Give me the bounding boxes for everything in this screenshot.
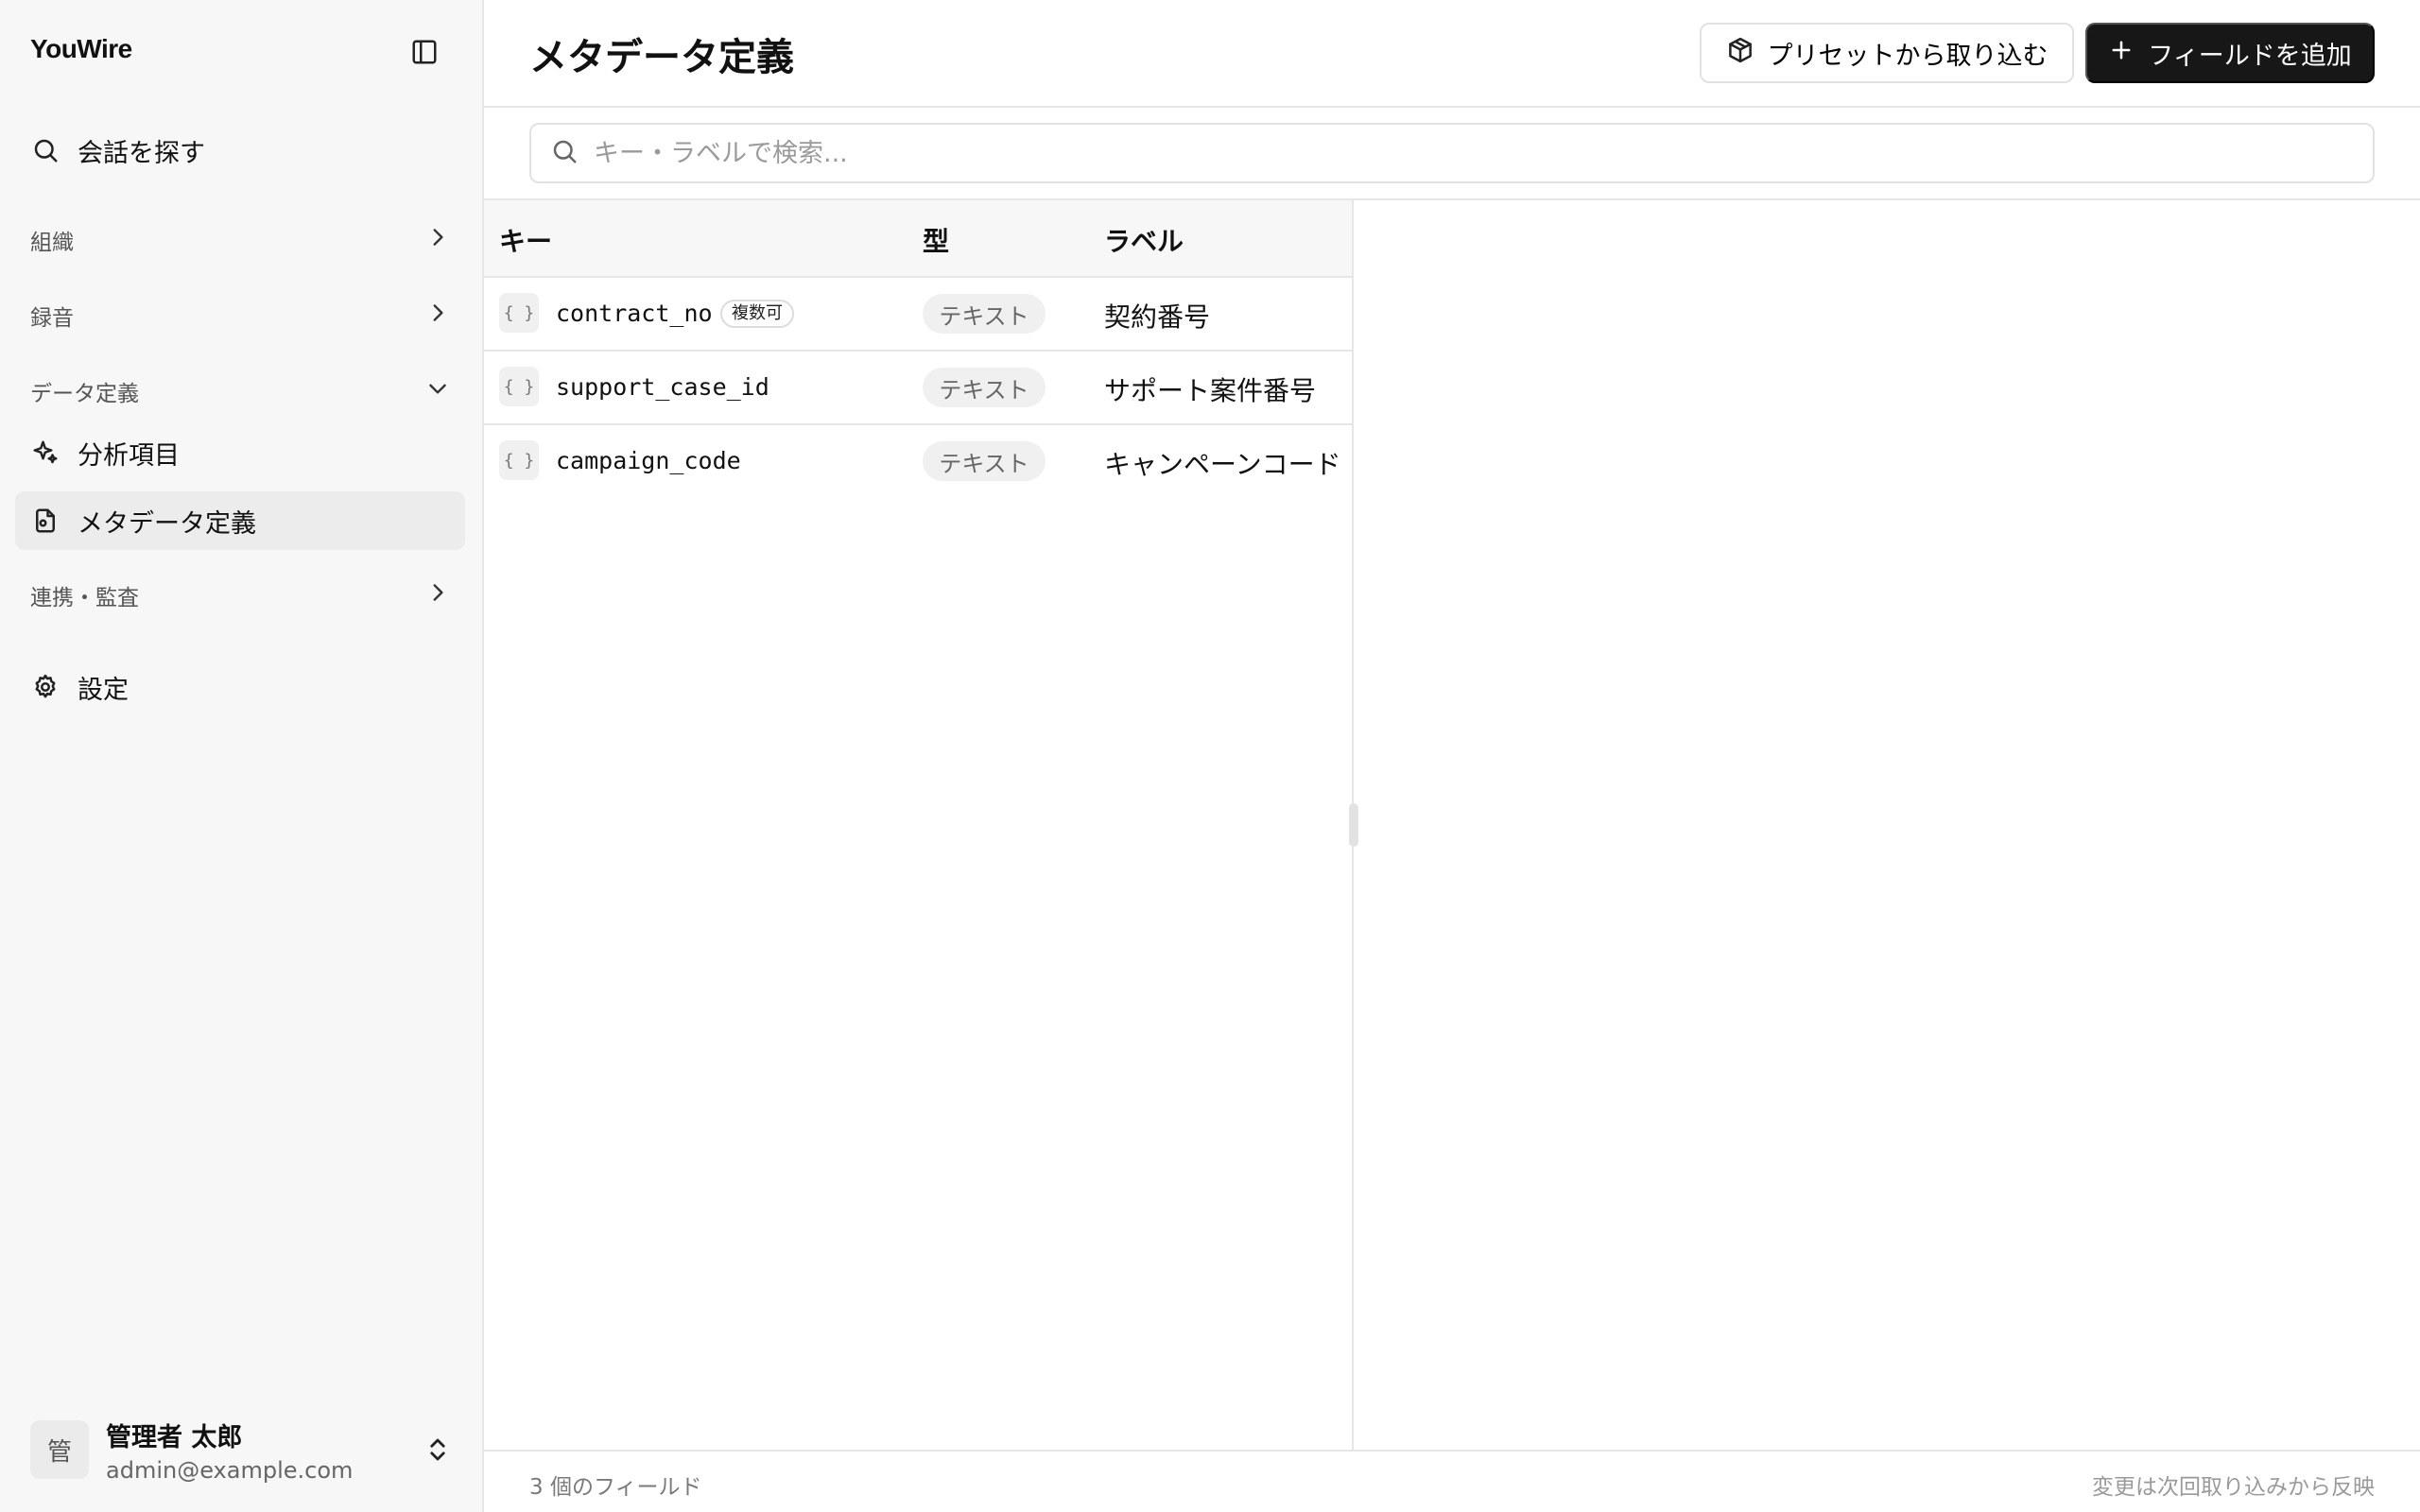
brand-logo[interactable]: YouWire xyxy=(30,34,132,64)
search-input[interactable] xyxy=(594,125,2373,181)
plus-icon xyxy=(2108,37,2135,70)
import-preset-label: プリセットから取り込む xyxy=(1767,41,2048,70)
nav-group-organization[interactable]: 組織 xyxy=(15,221,450,259)
chevron-down-icon xyxy=(425,376,450,406)
user-name: 管理者 太郎 xyxy=(106,1422,243,1452)
column-header-type[interactable]: 型 xyxy=(923,221,949,259)
multi-value-badge: 複数可 xyxy=(720,300,794,328)
field-label: 契約番号 xyxy=(1104,301,1211,333)
sidebar-item-label: 設定 xyxy=(78,675,129,705)
field-key: support_case_id xyxy=(556,373,769,401)
user-email: admin@example.com xyxy=(106,1456,354,1484)
field-type-badge: テキスト xyxy=(923,294,1046,334)
table-row[interactable]: { } campaign_code テキスト キャンペーンコード xyxy=(484,425,1352,499)
field-type-badge: テキスト xyxy=(923,368,1046,407)
user-menu[interactable]: 管 管理者 太郎 admin@example.com xyxy=(15,1402,465,1497)
sidebar: YouWire 会話を探す 組織 録音 データ定義 分析項目 メタデータ定義 連… xyxy=(0,0,484,1512)
column-header-key[interactable]: キー xyxy=(499,221,552,259)
nav-group-label: 録音 xyxy=(30,306,74,331)
braces-icon: { } xyxy=(499,367,539,406)
main-content: メタデータ定義 プリセットから取り込む フィールドを追加 キー・ラベルで検索..… xyxy=(484,0,2420,1512)
table-header: キー 型 ラベル xyxy=(484,200,1352,278)
search-box[interactable] xyxy=(529,123,2375,183)
table-row[interactable]: { } support_case_id テキスト サポート案件番号 xyxy=(484,352,1352,425)
chevron-right-icon xyxy=(425,225,450,255)
braces-icon: { } xyxy=(499,293,539,333)
nav-group-recording[interactable]: 録音 xyxy=(15,297,450,335)
nav-search-conversations[interactable]: 会話を探す xyxy=(15,130,465,170)
page-header: メタデータ定義 プリセットから取り込む フィールドを追加 xyxy=(484,0,2420,108)
braces-icon: { } xyxy=(499,440,539,480)
search-icon xyxy=(30,135,60,165)
nav-group-label: 組織 xyxy=(30,231,74,255)
field-key: campaign_code xyxy=(556,447,741,474)
file-icon xyxy=(30,506,60,536)
field-label: キャンペーンコード xyxy=(1104,449,1341,480)
nav-group-data-definition[interactable]: データ定義 xyxy=(15,372,450,410)
sidebar-item-settings[interactable]: 設定 xyxy=(15,658,465,716)
nav-group-label: 連携・監査 xyxy=(30,586,139,610)
sidebar-item-label: メタデータ定義 xyxy=(78,508,256,539)
sidebar-item-label: 分析項目 xyxy=(78,440,180,471)
import-preset-button[interactable]: プリセットから取り込む xyxy=(1700,23,2074,83)
field-label: サポート案件番号 xyxy=(1104,375,1317,406)
nav-group-label: データ定義 xyxy=(30,382,139,406)
panel-left-icon xyxy=(412,40,437,64)
sidebar-item-analysis[interactable]: 分析項目 xyxy=(15,423,465,482)
package-icon xyxy=(1726,36,1754,71)
chevron-right-icon xyxy=(425,301,450,331)
gear-icon xyxy=(30,672,60,702)
avatar: 管 xyxy=(30,1420,89,1479)
add-field-label: フィールドを追加 xyxy=(2148,41,2352,70)
chevron-right-icon xyxy=(425,580,450,610)
fields-table: キー 型 ラベル { } contract_no 複数可 テキスト 契約番号 {… xyxy=(484,200,1354,1450)
nav-search-label: 会話を探す xyxy=(78,138,205,168)
chevrons-up-down-icon xyxy=(424,1434,452,1469)
field-count: 3 個のフィールド xyxy=(529,1475,702,1500)
footer-note: 変更は次回取り込みから反映 xyxy=(2092,1475,2375,1500)
sidebar-item-metadata[interactable]: メタデータ定義 xyxy=(15,491,465,550)
column-header-label[interactable]: ラベル xyxy=(1104,221,1184,259)
search-bar xyxy=(484,108,2420,200)
sidebar-toggle-button[interactable] xyxy=(408,36,441,68)
table-row[interactable]: { } contract_no 複数可 テキスト 契約番号 xyxy=(484,278,1352,352)
search-icon xyxy=(550,137,579,169)
sparkles-icon xyxy=(30,438,60,468)
pane-resize-handle[interactable] xyxy=(1349,803,1358,847)
field-type-badge: テキスト xyxy=(923,441,1046,481)
field-key: contract_no xyxy=(556,300,713,327)
add-field-button[interactable]: フィールドを追加 xyxy=(2085,23,2375,83)
page-title: メタデータ定義 xyxy=(529,36,794,79)
nav-group-integration[interactable]: 連携・監査 xyxy=(15,576,450,614)
status-footer: 3 個のフィールド 変更は次回取り込みから反映 xyxy=(484,1450,2420,1512)
